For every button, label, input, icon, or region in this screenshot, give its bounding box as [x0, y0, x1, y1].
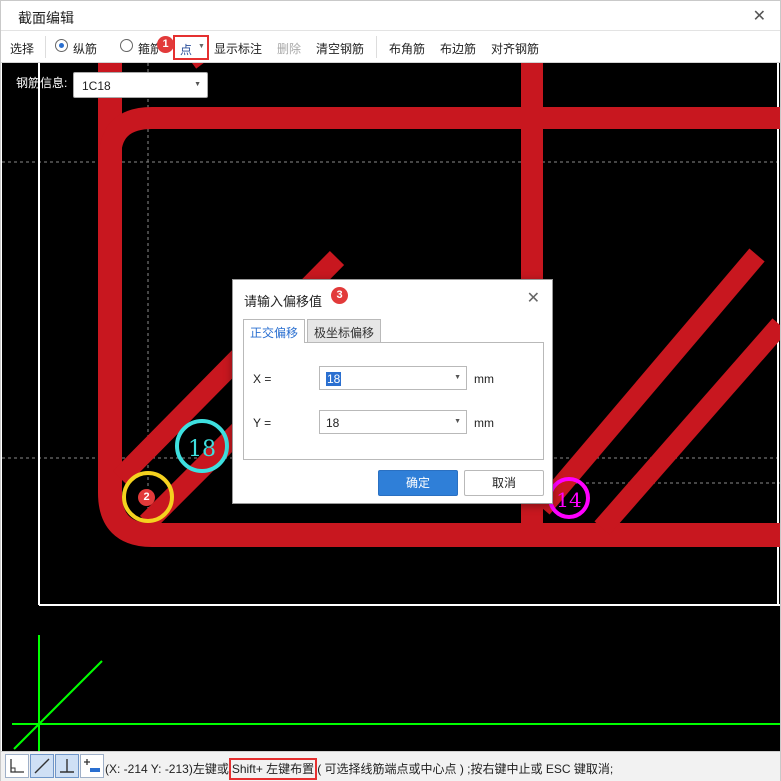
- offset-dialog: 请输入偏移值 3 ✕ 正交偏移 极坐标偏移 X = 18 ▼ mm Y = 18…: [232, 279, 553, 504]
- select-button[interactable]: 选择: [10, 40, 34, 57]
- status-bar: (X: -214 Y: -213)左键或 Shift+ 左键布置( 可选择线筋端点…: [1, 751, 780, 781]
- point-mode-dropdown[interactable]: 点 ▼: [173, 35, 209, 60]
- step-badge-3: 3: [331, 287, 348, 304]
- toolbar: 选择 纵筋 箍筋 点 ▼ 显示标注 删除 清空钢筋 布角筋 布边筋 对齐钢筋: [1, 32, 780, 63]
- chevron-down-icon: ▼: [454, 418, 461, 425]
- y-unit: mm: [474, 416, 494, 430]
- window-title: 截面编辑: [18, 10, 74, 26]
- offset-point-icon[interactable]: [80, 754, 104, 778]
- cyan-marker-label: 18: [188, 437, 216, 462]
- corner-rebar-button[interactable]: 布角筋: [389, 40, 425, 57]
- status-rest: ( 可选择线筋端点或中心点 ) ;按右键中止或 ESC 键取消;: [317, 762, 614, 776]
- stirrup-radio-label[interactable]: 箍筋: [138, 40, 158, 57]
- align-rebar-button[interactable]: 对齐钢筋: [491, 40, 539, 57]
- step-badge-1: 1: [157, 36, 174, 53]
- stirrup-radio[interactable]: [120, 39, 133, 52]
- tab-panel: X = 18 ▼ mm Y = 18 ▼ mm: [243, 342, 544, 460]
- y-field-label: Y =: [253, 416, 272, 430]
- close-icon[interactable]: ✕: [753, 6, 766, 26]
- rebar-info-select[interactable]: 1C18 ▼: [73, 72, 208, 98]
- clear-rebar-button[interactable]: 清空钢筋: [316, 40, 364, 57]
- magenta-marker-label: 14: [556, 488, 581, 512]
- ortho-mode-icon[interactable]: [5, 754, 29, 778]
- line-snap-icon[interactable]: [30, 754, 54, 778]
- rebar-info-value: 1C18: [82, 79, 111, 93]
- chevron-down-icon: ▼: [194, 81, 201, 88]
- status-message: (X: -214 Y: -213)左键或 Shift+ 左键布置( 可选择线筋端点…: [105, 758, 614, 780]
- x-offset-combo[interactable]: 18 ▼: [319, 366, 467, 390]
- chevron-down-icon: ▼: [454, 374, 461, 381]
- y-offset-value: 18: [326, 416, 340, 430]
- chevron-down-icon: ▼: [198, 43, 205, 50]
- perpendicular-snap-icon[interactable]: [55, 754, 79, 778]
- point-mode-label: 点: [180, 43, 193, 57]
- step-badge-2: 2: [138, 489, 155, 506]
- close-icon[interactable]: ✕: [527, 288, 540, 308]
- dialog-tabs: 正交偏移 极坐标偏移: [243, 319, 543, 343]
- tab-polar-offset[interactable]: 极坐标偏移: [307, 319, 382, 342]
- longitudinal-radio[interactable]: [55, 39, 68, 52]
- status-coords: (X: -214 Y: -213)左键或: [105, 762, 229, 776]
- tab-orthogonal-offset[interactable]: 正交偏移: [243, 319, 306, 343]
- x-unit: mm: [474, 372, 494, 386]
- dialog-title: 请输入偏移值: [244, 294, 323, 309]
- side-rebar-button[interactable]: 布边筋: [440, 40, 476, 57]
- coordinate-axes: [12, 635, 780, 751]
- title-bar: 截面编辑 ✕: [1, 1, 780, 31]
- cancel-button[interactable]: 取消: [464, 470, 544, 496]
- x-offset-value: 18: [326, 372, 342, 386]
- toolbar-divider: [45, 36, 46, 58]
- toolbar-divider: [376, 36, 377, 58]
- longitudinal-radio-label[interactable]: 纵筋: [73, 40, 97, 57]
- delete-button[interactable]: 删除: [277, 40, 301, 57]
- section-edit-window: 截面编辑 ✕ 选择 纵筋 箍筋 点 ▼ 显示标注 删除 清空钢筋 布角筋 布边筋…: [0, 0, 781, 781]
- y-offset-combo[interactable]: 18 ▼: [319, 410, 467, 434]
- ok-button[interactable]: 确定: [378, 470, 458, 496]
- status-highlight: Shift+ 左键布置: [228, 758, 318, 780]
- show-annotation-button[interactable]: 显示标注: [214, 40, 262, 57]
- x-field-label: X =: [253, 372, 272, 386]
- rebar-info-label: 钢筋信息:: [16, 76, 68, 90]
